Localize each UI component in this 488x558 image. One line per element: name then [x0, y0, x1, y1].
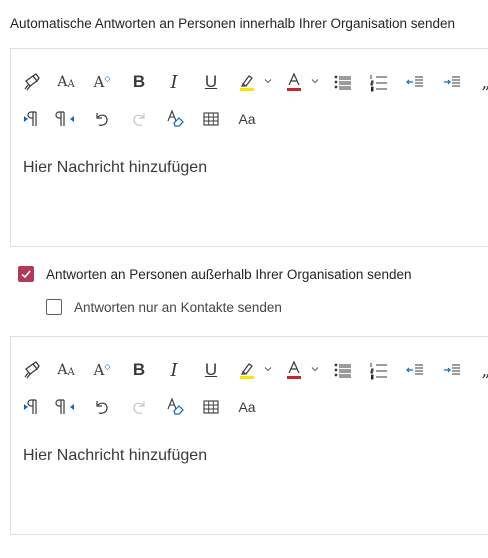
increase-indent-icon[interactable]: [439, 357, 465, 383]
clear-formatting-icon[interactable]: [162, 106, 188, 132]
underline-icon[interactable]: U: [198, 69, 224, 95]
italic-icon[interactable]: I: [161, 357, 187, 383]
quote-icon[interactable]: „: [473, 357, 488, 383]
decrease-indent-icon[interactable]: [402, 357, 428, 383]
clear-formatting-icon[interactable]: [162, 394, 188, 420]
bullets-icon[interactable]: [330, 69, 356, 95]
numbering-icon[interactable]: [366, 357, 392, 383]
bold-icon[interactable]: B: [126, 69, 152, 95]
font-size-icon[interactable]: AA: [53, 357, 79, 383]
font-color-dropdown-chevron-icon[interactable]: [309, 75, 321, 87]
increase-indent-icon[interactable]: [439, 69, 465, 95]
internal-message-editor[interactable]: AA A ◇ B I U Aa Hier Nachricht hinzufüge…: [10, 48, 488, 247]
italic-icon[interactable]: I: [161, 69, 187, 95]
highlight-dropdown-chevron-icon[interactable]: [262, 363, 274, 375]
external-replies-label: Antworten an Personen außerhalb Ihrer Or…: [46, 266, 412, 282]
redo-icon[interactable]: [126, 106, 152, 132]
redo-icon[interactable]: [126, 394, 152, 420]
bullets-icon[interactable]: [330, 357, 356, 383]
highlight-icon[interactable]: [234, 69, 260, 95]
contacts-only-checkbox[interactable]: [46, 299, 62, 315]
decrease-indent-icon[interactable]: [402, 69, 428, 95]
contacts-only-option[interactable]: Antworten nur an Kontakte senden: [46, 299, 282, 315]
font-color-icon[interactable]: [281, 69, 307, 95]
undo-icon[interactable]: [89, 106, 115, 132]
font-color-icon[interactable]: [281, 357, 307, 383]
rtl-icon[interactable]: [53, 394, 79, 420]
internal-replies-heading: Automatische Antworten an Personen inner…: [10, 16, 456, 31]
checkmark-icon: [21, 270, 31, 279]
rtl-icon[interactable]: [53, 106, 79, 132]
message-placeholder[interactable]: Hier Nachricht hinzufügen: [23, 159, 207, 177]
external-message-editor[interactable]: AA A ◇ B I U Aa Hier Nachricht hinzufüge…: [10, 336, 488, 535]
ltr-icon[interactable]: [19, 394, 45, 420]
grow-font-icon[interactable]: A ◇: [89, 357, 115, 383]
underline-icon[interactable]: U: [198, 357, 224, 383]
change-case-icon[interactable]: Aa: [234, 106, 260, 132]
font-size-icon[interactable]: AA: [53, 69, 79, 95]
bold-icon[interactable]: B: [126, 357, 152, 383]
numbering-icon[interactable]: [366, 69, 392, 95]
external-replies-option[interactable]: Antworten an Personen außerhalb Ihrer Or…: [18, 266, 411, 282]
highlight-dropdown-chevron-icon[interactable]: [262, 75, 274, 87]
undo-icon[interactable]: [89, 394, 115, 420]
contacts-only-label: Antworten nur an Kontakte senden: [74, 299, 282, 315]
external-replies-checkbox[interactable]: [18, 266, 34, 282]
table-icon[interactable]: [198, 394, 224, 420]
change-case-icon[interactable]: Aa: [234, 394, 260, 420]
format-painter-icon[interactable]: [19, 69, 45, 95]
table-icon[interactable]: [198, 106, 224, 132]
ltr-icon[interactable]: [19, 106, 45, 132]
format-painter-icon[interactable]: [19, 357, 45, 383]
font-color-dropdown-chevron-icon[interactable]: [309, 363, 321, 375]
grow-font-icon[interactable]: A ◇: [89, 69, 115, 95]
highlight-icon[interactable]: [234, 357, 260, 383]
quote-icon[interactable]: „: [473, 69, 488, 95]
message-placeholder[interactable]: Hier Nachricht hinzufügen: [23, 447, 207, 465]
